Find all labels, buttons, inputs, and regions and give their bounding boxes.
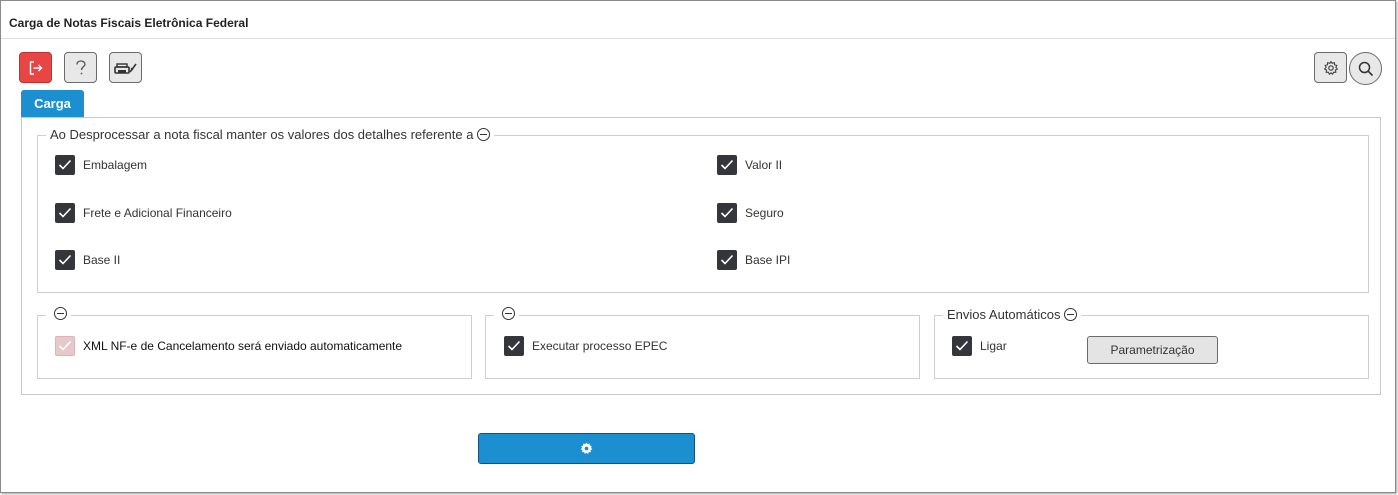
check-icon — [955, 340, 969, 351]
checkbox-label: Ligar — [980, 339, 1007, 353]
settings-button[interactable] — [1314, 52, 1347, 83]
exit-icon — [29, 60, 42, 75]
desprocessar-group: Ao Desprocessar a nota fiscal manter os … — [37, 127, 1369, 293]
checkbox-ligar[interactable]: Ligar — [952, 336, 1007, 356]
collapse-icon[interactable] — [477, 128, 491, 141]
exit-button[interactable] — [19, 52, 52, 83]
checkbox-base-ii[interactable]: Base II — [55, 250, 120, 270]
checkbox-label: Base II — [83, 253, 121, 267]
title-bar: Carga de Notas Fiscais Eletrônica Federa… — [1, 1, 1395, 39]
cancelamento-legend — [46, 307, 71, 320]
checkbox-label: XML NF-e de Cancelamento será enviado au… — [83, 339, 403, 353]
envios-legend: Envios Automáticos — [943, 307, 1082, 322]
checkbox-label: Seguro — [745, 206, 784, 220]
check-icon — [58, 207, 72, 218]
check-icon — [720, 207, 734, 218]
help-button[interactable] — [64, 52, 97, 83]
question-icon — [75, 59, 86, 74]
printer-icon — [113, 62, 137, 74]
checkbox-box[interactable] — [952, 336, 972, 356]
checkbox-label: Base IPI — [745, 253, 791, 267]
checkbox-box[interactable] — [55, 155, 75, 175]
check-icon — [58, 340, 72, 351]
check-icon — [720, 254, 734, 265]
checkbox-box — [55, 336, 75, 356]
checkbox-xml-cancelamento: XML NF-e de Cancelamento será enviado au… — [55, 336, 402, 356]
checkbox-box[interactable] — [55, 203, 75, 223]
epec-legend — [494, 307, 519, 320]
checkbox-label: Valor II — [745, 158, 783, 172]
checkbox-epec[interactable]: Executar processo EPEC — [504, 336, 667, 356]
checkbox-valor-ii[interactable]: Valor II — [717, 155, 782, 175]
checkbox-label: Frete e Adicional Financeiro — [83, 206, 232, 220]
checkbox-seguro[interactable]: Seguro — [717, 203, 784, 223]
collapse-icon[interactable] — [502, 307, 515, 320]
check-icon — [58, 159, 72, 170]
check-icon — [507, 340, 521, 351]
checkbox-box[interactable] — [717, 203, 737, 223]
checkbox-label: Embalagem — [83, 158, 148, 172]
parametrizacao-button[interactable]: Parametrização — [1087, 336, 1218, 364]
checkbox-box[interactable] — [504, 336, 524, 356]
search-icon — [1358, 61, 1373, 76]
window-title: Carga de Notas Fiscais Eletrônica Federa… — [9, 16, 249, 30]
check-icon — [720, 159, 734, 170]
checkbox-box[interactable] — [717, 250, 737, 270]
process-button[interactable] — [478, 433, 695, 464]
envios-legend-text: Envios Automáticos — [947, 307, 1061, 322]
search-button[interactable] — [1349, 52, 1382, 85]
desprocessar-legend-text: Ao Desprocessar a nota fiscal manter os … — [50, 127, 474, 142]
checkbox-base-ipi[interactable]: Base IPI — [717, 250, 790, 270]
gear-icon — [580, 442, 593, 454]
collapse-icon[interactable] — [1064, 308, 1078, 321]
checkbox-box[interactable] — [55, 250, 75, 270]
print-button[interactable] — [109, 52, 142, 83]
desprocessar-legend: Ao Desprocessar a nota fiscal manter os … — [46, 127, 495, 142]
gear-icon — [1323, 60, 1338, 75]
main-window: Carga de Notas Fiscais Eletrônica Federa… — [0, 0, 1396, 493]
checkbox-embalagem[interactable]: Embalagem — [55, 155, 147, 175]
checkbox-box[interactable] — [717, 155, 737, 175]
check-icon — [58, 254, 72, 265]
collapse-icon[interactable] — [54, 307, 67, 320]
tab-carga[interactable]: Carga — [21, 90, 84, 117]
checkbox-label: Executar processo EPEC — [532, 339, 668, 353]
checkbox-frete[interactable]: Frete e Adicional Financeiro — [55, 203, 232, 223]
